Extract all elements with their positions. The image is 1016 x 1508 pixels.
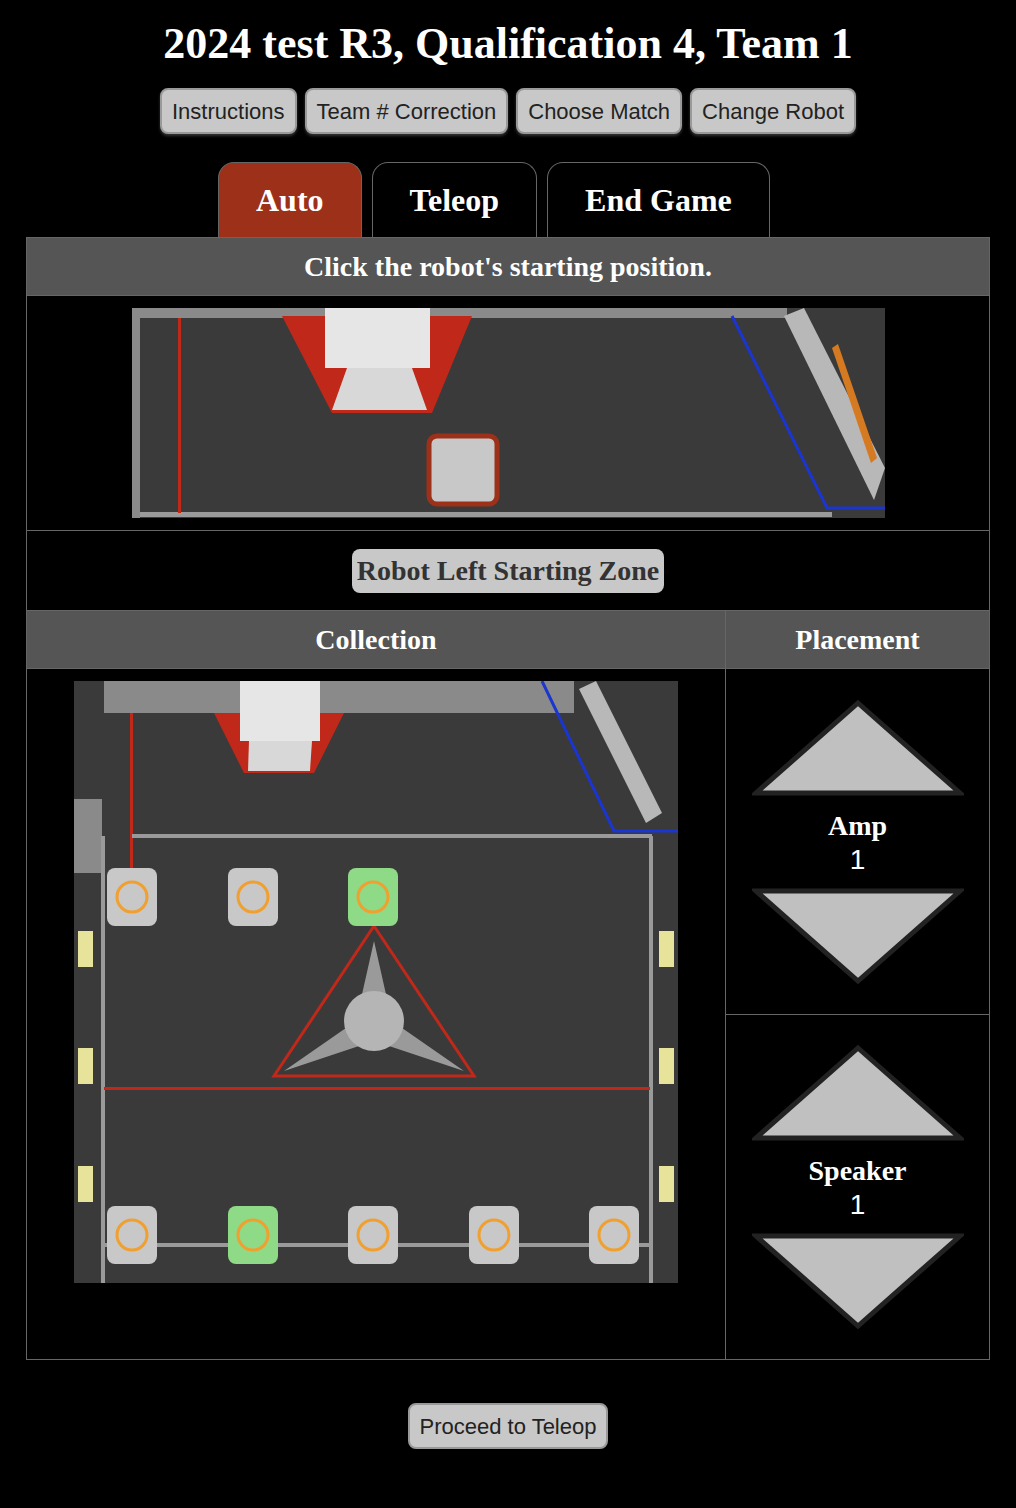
nav-button[interactable]: Change Robot	[690, 88, 856, 134]
decrement-button[interactable]	[752, 887, 964, 985]
placement-cell: Amp1Speaker1	[726, 669, 989, 1359]
note-button[interactable]	[228, 1206, 278, 1264]
note-ring-icon	[355, 879, 391, 915]
note-button[interactable]	[107, 868, 157, 926]
placement-counter: Amp1	[726, 669, 989, 1014]
increment-button[interactable]	[752, 699, 964, 797]
left-zone-button[interactable]: Robot Left Starting Zone	[352, 549, 665, 593]
note-button[interactable]	[348, 1206, 398, 1264]
tab[interactable]: End Game	[547, 162, 770, 237]
decrement-button[interactable]	[752, 1232, 964, 1330]
page-title: 2024 test R3, Qualification 4, Team 1	[163, 22, 852, 66]
note-ring-icon	[355, 1217, 391, 1253]
nav-button[interactable]: Team # Correction	[305, 88, 509, 134]
increment-button[interactable]	[752, 1044, 964, 1142]
placement-counter: Speaker1	[726, 1014, 989, 1359]
start-field-row	[27, 296, 989, 531]
up-arrow-icon	[752, 699, 964, 797]
note-ring-icon	[476, 1217, 512, 1253]
start-marker[interactable]	[429, 436, 497, 504]
up-arrow-icon	[752, 1044, 964, 1142]
note-ring-icon	[235, 1217, 271, 1253]
collection-placement-grid: CollectionPlacementAmp1Speaker1	[27, 611, 989, 1359]
scouting-page: 2024 test R3, Qualification 4, Team 1 Ins…	[0, 0, 1016, 1508]
down-arrow-icon	[752, 887, 964, 985]
note-button[interactable]	[228, 868, 278, 926]
collection-field	[74, 681, 678, 1283]
down-arrow-icon	[752, 1232, 964, 1330]
counter-label: Amp	[828, 809, 887, 843]
left-zone-row: Robot Left Starting Zone	[27, 531, 989, 611]
note-button[interactable]	[107, 1206, 157, 1264]
counter-value: 1	[850, 843, 866, 877]
counter-value: 1	[850, 1188, 866, 1222]
note-button[interactable]	[469, 1206, 519, 1264]
auto-panel: Click the robot's starting position. Robo…	[26, 237, 990, 1360]
section-header: Collection	[27, 611, 726, 669]
note-button[interactable]	[589, 1206, 639, 1264]
section-header: Click the robot's starting position.	[27, 238, 989, 296]
collection-cell	[27, 669, 726, 1359]
start-field-map[interactable]	[132, 308, 885, 518]
note-ring-icon	[235, 879, 271, 915]
section-header: Placement	[726, 611, 989, 669]
tab-bar: AutoTeleopEnd Game	[218, 162, 770, 237]
nav-button[interactable]: Choose Match	[516, 88, 682, 134]
counter-label: Speaker	[809, 1154, 907, 1188]
tab[interactable]: Auto	[218, 162, 362, 237]
nav-bar: InstructionsTeam # CorrectionChoose Matc…	[160, 88, 856, 134]
nav-button[interactable]: Instructions	[160, 88, 297, 134]
note-ring-icon	[596, 1217, 632, 1253]
note-ring-icon	[114, 1217, 150, 1253]
note-button[interactable]	[348, 868, 398, 926]
proceed-button[interactable]: Proceed to Teleop	[408, 1403, 609, 1449]
note-ring-icon	[114, 879, 150, 915]
tab[interactable]: Teleop	[372, 162, 538, 237]
collection-field-map	[74, 681, 678, 1283]
